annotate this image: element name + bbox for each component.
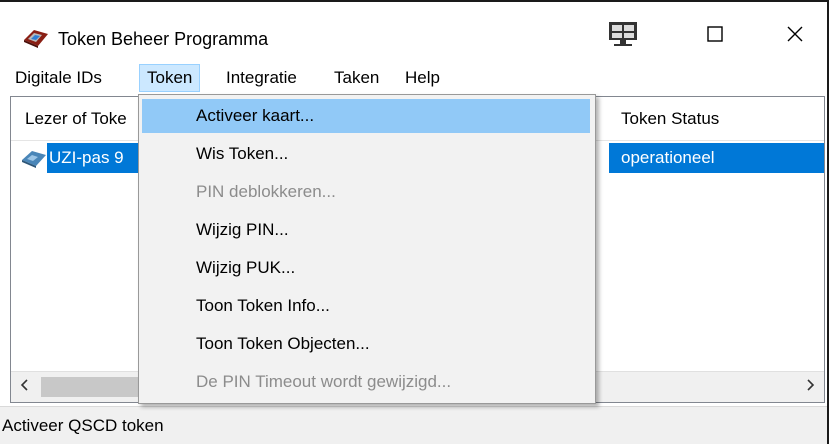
row-token-status: operationeel [621, 148, 715, 167]
menu-item-wijzig-pin[interactable]: Wijzig PIN... [142, 213, 590, 247]
menu-bar: Digitale IDs Token Integratie Taken Help [0, 60, 827, 94]
remote-desktop-button[interactable] [598, 16, 648, 56]
column-header-reader[interactable]: Lezer of Toke [25, 97, 127, 140]
close-icon [786, 25, 804, 48]
window-title: Token Beheer Programma [58, 29, 269, 49]
menu-item-pin-timeout: De PIN Timeout wordt gewijzigd... [196, 372, 452, 391]
menu-digitale-ids[interactable]: Digitale IDs [8, 64, 109, 92]
menu-item-toon-token-info[interactable]: Toon Token Info... [142, 289, 590, 323]
token-card-icon [22, 26, 50, 48]
row-reader-name: UZI-pas 9 [49, 148, 124, 167]
maximize-button[interactable] [690, 16, 740, 56]
maximize-icon [707, 25, 723, 47]
column-header-status[interactable]: Token Status [621, 97, 719, 140]
menu-token[interactable]: Token [139, 64, 201, 92]
menu-taken[interactable]: Taken [327, 64, 386, 92]
scroll-left-button[interactable] [11, 372, 39, 402]
chevron-left-icon [20, 378, 30, 396]
menu-item-wis-token[interactable]: Wis Token... [142, 137, 590, 171]
scroll-right-button[interactable] [796, 372, 824, 402]
menu-item-wijzig-puk[interactable]: Wijzig PUK... [142, 251, 590, 285]
title-bar[interactable]: Token Beheer Programma [0, 2, 827, 60]
smart-card-icon [21, 147, 47, 169]
remote-desktop-icon [608, 21, 638, 52]
menu-integratie[interactable]: Integratie [219, 64, 304, 92]
close-button[interactable] [770, 16, 820, 56]
menu-item-pin-deblokkeren: PIN deblokkeren... [196, 182, 336, 201]
menu-item-toon-token-objecten[interactable]: Toon Token Objecten... [142, 327, 590, 361]
chevron-right-icon [805, 378, 815, 396]
menu-help[interactable]: Help [398, 64, 447, 92]
token-menu-dropdown: Activeer kaart... Wis Token... PIN deblo… [138, 94, 596, 404]
scrollbar-thumb[interactable] [41, 377, 151, 397]
menu-item-activeer-kaart[interactable]: Activeer kaart... [142, 99, 590, 133]
status-text: Activeer QSCD token [2, 416, 164, 435]
app-window: Token Beheer Programma Digitale IDs Toke… [0, 0, 829, 444]
status-bar: Activeer QSCD token [0, 406, 827, 444]
